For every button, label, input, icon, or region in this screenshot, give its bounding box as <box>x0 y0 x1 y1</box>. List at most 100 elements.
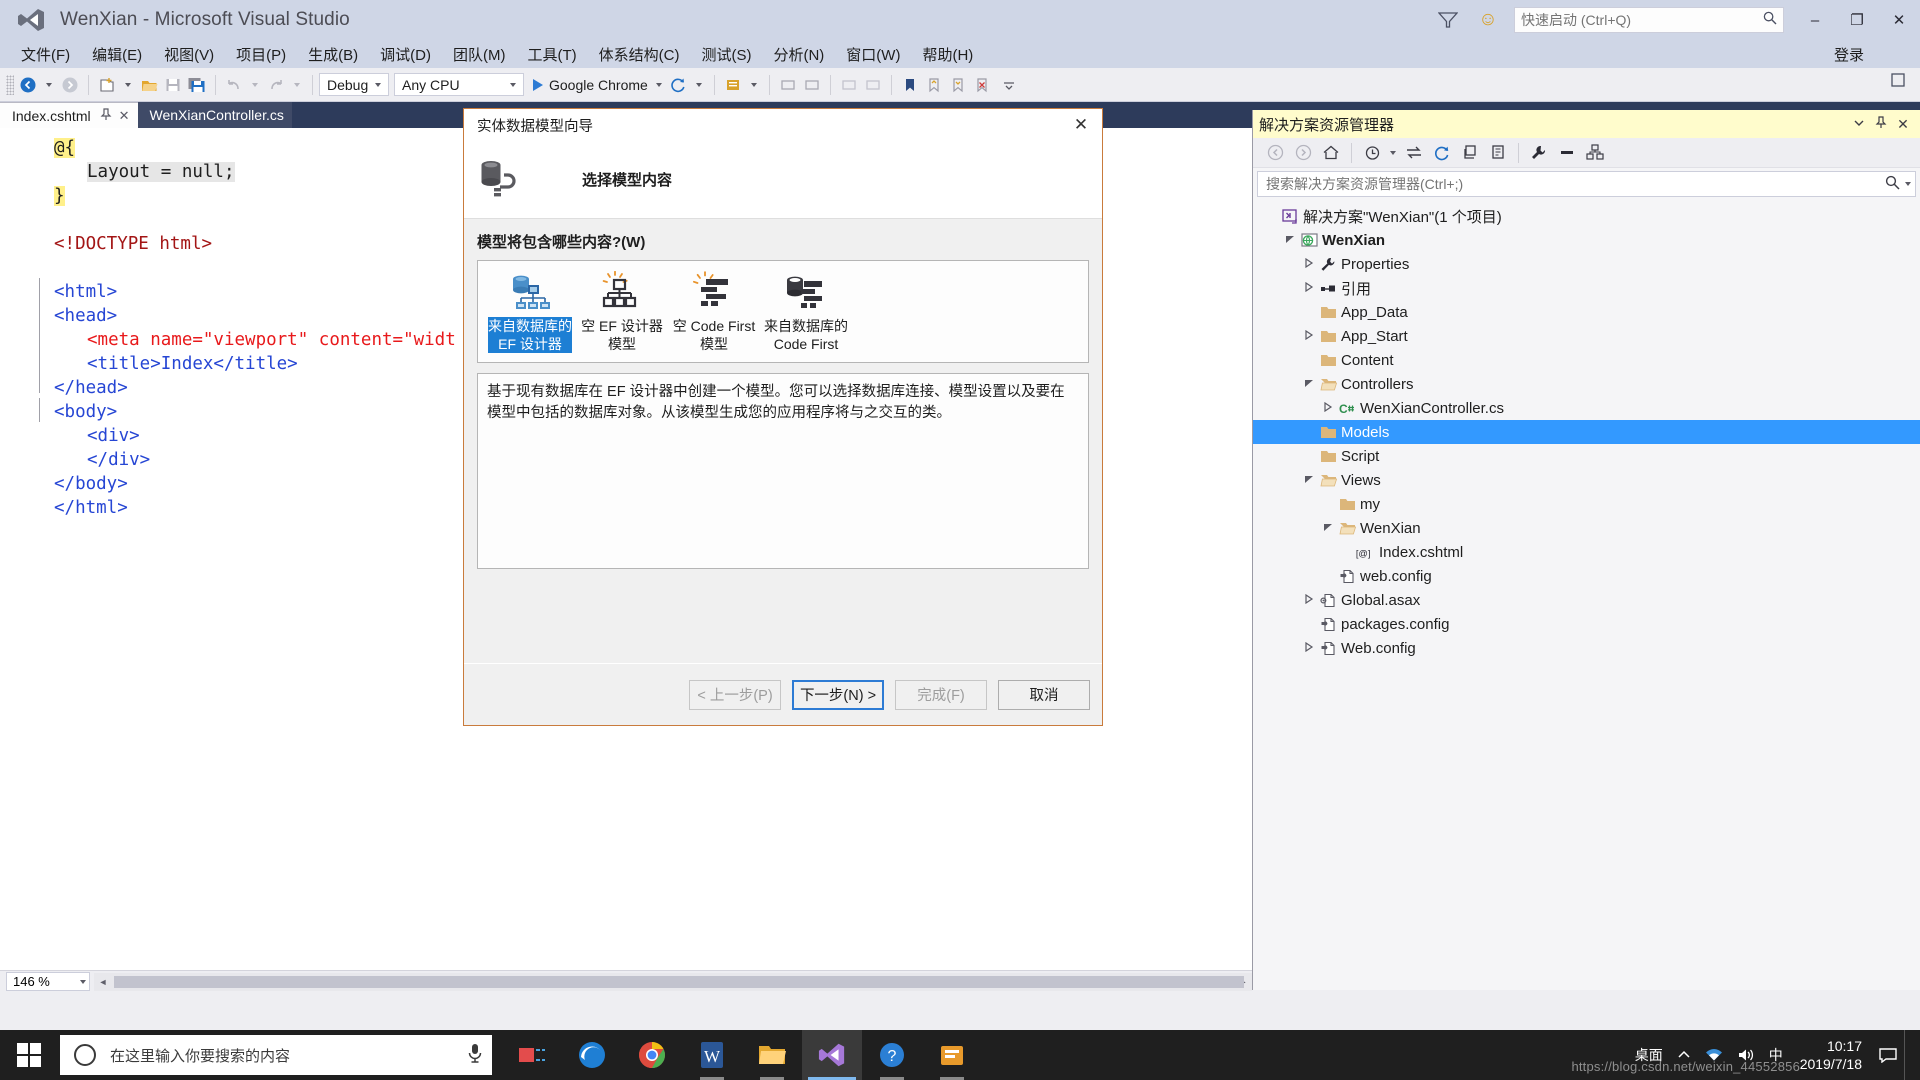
editor-hscroll-thumb[interactable] <box>114 975 1244 988</box>
back-icon[interactable] <box>1261 140 1289 166</box>
show-all-files-icon[interactable] <box>1484 140 1512 166</box>
word-icon[interactable]: W <box>682 1030 742 1080</box>
model-option-ef-designer-from-database[interactable]: 来自数据库的 EF 设计器 <box>488 269 572 362</box>
uncomment-icon[interactable] <box>776 73 800 97</box>
solution-explorer-search[interactable] <box>1257 171 1916 197</box>
refresh-icon[interactable] <box>1428 140 1456 166</box>
tab-index-cshtml[interactable]: Index.cshtml ✕ <box>0 102 138 128</box>
save-icon[interactable] <box>161 73 185 97</box>
save-all-icon[interactable] <box>185 73 209 97</box>
expand-arrow-closed-icon[interactable] <box>1301 257 1317 270</box>
store-icon[interactable] <box>922 1030 982 1080</box>
expand-arrow-open-icon[interactable] <box>1320 522 1336 534</box>
navigate-back-icon[interactable] <box>16 73 40 97</box>
navigate-forward-icon[interactable] <box>58 73 82 97</box>
task-view-icon[interactable] <box>502 1030 562 1080</box>
microphone-icon[interactable] <box>466 1042 484 1068</box>
tree-node-packages.config[interactable]: packages.config <box>1253 612 1920 636</box>
quick-launch-input[interactable] <box>1521 12 1763 28</box>
expand-arrow-open-icon[interactable] <box>1301 474 1317 486</box>
tree-node-[interactable]: 引用 <box>1253 276 1920 300</box>
menu-item-2[interactable]: 视图(V) <box>153 40 225 69</box>
tree-node-Web.config[interactable]: Web.config <box>1253 636 1920 660</box>
close-icon[interactable]: ✕ <box>119 108 130 124</box>
close-button[interactable]: ✕ <box>1878 0 1920 40</box>
expand-arrow-closed-icon[interactable] <box>1301 329 1317 342</box>
chevron-down-icon[interactable] <box>1848 116 1870 132</box>
menu-item-5[interactable]: 调试(D) <box>369 40 442 69</box>
toolbar-overflow-chevron-icon[interactable] <box>1000 73 1018 97</box>
pending-changes-dropdown[interactable] <box>1386 140 1400 166</box>
toolbar-grip[interactable] <box>6 74 14 95</box>
navigate-back-dropdown[interactable] <box>40 73 58 97</box>
redo-icon[interactable] <box>264 73 288 97</box>
zoom-level-combo[interactable]: 146 % <box>6 972 90 991</box>
properties-icon[interactable] <box>1525 140 1553 166</box>
menu-item-10[interactable]: 分析(N) <box>762 40 835 69</box>
tree-node-Properties[interactable]: Properties <box>1253 252 1920 276</box>
tree-node-Content[interactable]: Content <box>1253 348 1920 372</box>
clear-bookmarks-icon[interactable] <box>970 73 994 97</box>
scroll-left-button[interactable]: ◄ <box>94 977 112 987</box>
menu-item-12[interactable]: 帮助(H) <box>911 40 984 69</box>
minimize-button[interactable]: – <box>1794 0 1836 40</box>
menu-item-4[interactable]: 生成(B) <box>297 40 369 69</box>
next-bookmark-icon[interactable] <box>946 73 970 97</box>
menu-item-3[interactable]: 项目(P) <box>225 40 297 69</box>
previous-button[interactable]: < 上一步(P) <box>689 679 781 710</box>
platform-combo[interactable]: Any CPU <box>394 73 524 96</box>
solution-tree[interactable]: 解决方案"WenXian"(1 个项目) WenXian Properties 引用 A… <box>1253 200 1920 660</box>
new-project-dropdown[interactable] <box>119 73 137 97</box>
redo-dropdown[interactable] <box>288 73 306 97</box>
model-option-empty-code-first[interactable]: 空 Code First 模型 <box>672 269 756 362</box>
collapse-all-icon[interactable] <box>1456 140 1484 166</box>
prev-bookmark-icon[interactable] <box>922 73 946 97</box>
run-refresh-icon[interactable] <box>666 73 690 97</box>
tree-node-Views[interactable]: Views <box>1253 468 1920 492</box>
feedback-smiley-icon[interactable]: ☺ <box>1468 0 1508 40</box>
tree-node-Script[interactable]: Script <box>1253 444 1920 468</box>
tree-node-Models[interactable]: Models <box>1253 420 1920 444</box>
solution-search-input[interactable] <box>1266 176 1885 192</box>
login-link[interactable]: 登录 <box>1834 44 1864 65</box>
visual-studio-icon[interactable] <box>802 1030 862 1080</box>
close-icon[interactable]: ✕ <box>1892 116 1914 133</box>
open-file-icon[interactable] <box>137 73 161 97</box>
tab-wenxiancontroller-cs[interactable]: WenXianController.cs <box>137 102 292 128</box>
cancel-button[interactable]: 取消 <box>998 679 1090 710</box>
outdent-icon[interactable] <box>837 73 861 97</box>
taskbar-search-box[interactable]: 在这里输入你要搜索的内容 <box>60 1035 492 1075</box>
undo-dropdown[interactable] <box>246 73 264 97</box>
search-icon[interactable] <box>1885 175 1900 194</box>
expand-arrow-open-icon[interactable] <box>1301 378 1317 390</box>
file-explorer-icon[interactable] <box>742 1030 802 1080</box>
run-button[interactable]: Google Chrome <box>529 77 666 93</box>
next-button[interactable]: 下一步(N) > <box>792 679 884 710</box>
align-icon[interactable] <box>861 73 885 97</box>
editor-horizontal-scrollbar[interactable]: ◄ ► <box>94 972 1252 991</box>
home-icon[interactable] <box>1317 140 1345 166</box>
preview-selected-items-icon[interactable] <box>1553 140 1581 166</box>
expand-arrow-closed-icon[interactable] <box>1301 593 1317 606</box>
expand-arrow-closed-icon[interactable] <box>1301 281 1317 294</box>
model-option-code-first-from-database[interactable]: 来自数据库的 Code First <box>764 269 848 362</box>
tree-node-App_Data[interactable]: App_Data <box>1253 300 1920 324</box>
model-option-empty-ef-designer[interactable]: 空 EF 设计器 模型 <box>580 269 664 362</box>
chrome-browser-icon[interactable] <box>622 1030 682 1080</box>
comment-dropdown[interactable] <box>745 73 763 97</box>
pin-icon[interactable] <box>1870 116 1892 132</box>
action-center-icon[interactable] <box>1872 1030 1904 1080</box>
tree-node-Index.cshtml[interactable]: [@] Index.cshtml <box>1253 540 1920 564</box>
maximize-button[interactable]: ❐ <box>1836 0 1878 40</box>
pending-changes-icon[interactable] <box>1358 140 1386 166</box>
sync-with-active-document-icon[interactable] <box>1400 140 1428 166</box>
tree-node-web.config[interactable]: web.config <box>1253 564 1920 588</box>
show-desktop-button[interactable] <box>1904 1030 1914 1080</box>
window-restore-icon[interactable] <box>1890 72 1906 92</box>
menu-item-7[interactable]: 工具(T) <box>516 40 587 69</box>
menu-item-0[interactable]: 文件(F) <box>10 40 81 69</box>
menu-item-9[interactable]: 测试(S) <box>690 40 762 69</box>
menu-item-6[interactable]: 团队(M) <box>442 40 517 69</box>
quick-launch-box[interactable] <box>1514 7 1784 33</box>
comment-icon[interactable] <box>721 73 745 97</box>
